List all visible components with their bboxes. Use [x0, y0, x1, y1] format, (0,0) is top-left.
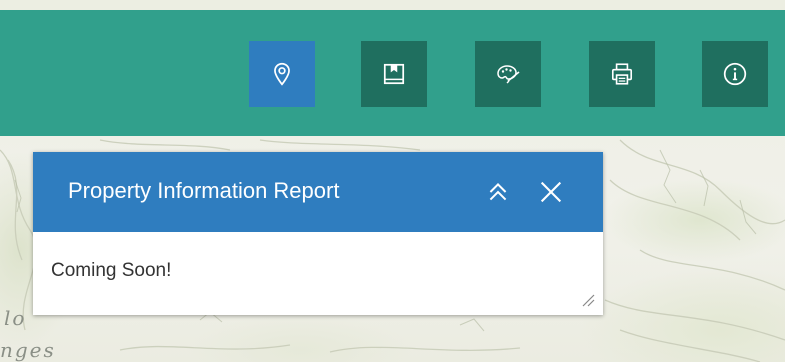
double-chevron-up-icon — [489, 183, 507, 201]
close-panel-button[interactable] — [533, 174, 569, 210]
panel-title: Property Information Report — [68, 178, 340, 203]
panel-header[interactable]: Property Information Report — [33, 152, 603, 232]
app-header-toolbar — [0, 10, 785, 136]
location-pin-icon — [274, 62, 290, 86]
palette-icon — [497, 65, 520, 84]
bookmarks-button[interactable] — [361, 41, 427, 107]
close-icon — [540, 181, 562, 203]
collapse-panel-button[interactable] — [480, 174, 516, 210]
about-button[interactable] — [702, 41, 768, 107]
printer-icon — [611, 63, 633, 85]
resize-grip-icon[interactable] — [581, 293, 595, 307]
info-icon — [723, 62, 747, 86]
map-place-label: nges — [0, 338, 56, 362]
locate-button[interactable] — [249, 41, 315, 107]
bookmark-icon — [383, 63, 405, 85]
print-button[interactable] — [589, 41, 655, 107]
property-report-panel: Property Information Report Coming Soon! — [33, 152, 603, 315]
map-place-label: lo — [4, 306, 27, 330]
panel-body-text: Coming Soon! — [51, 260, 172, 281]
basemap-style-button[interactable] — [475, 41, 541, 107]
